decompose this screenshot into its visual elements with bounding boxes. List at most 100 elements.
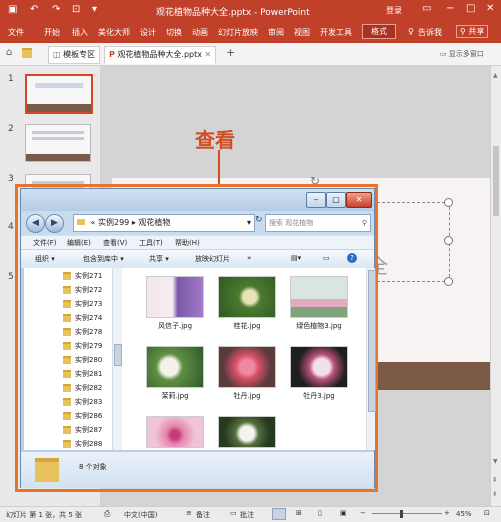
scroll-down-icon[interactable]: ▼ xyxy=(493,458,498,465)
nav-folder-item[interactable]: 实例280 xyxy=(63,355,102,365)
view-options-icon[interactable]: ▤▾ xyxy=(291,254,301,262)
share-button[interactable]: ⚲ 共享 xyxy=(456,25,489,38)
vertical-scrollbar[interactable]: ▲ ▼ ⇞ ⇟ xyxy=(490,66,501,506)
nav-folder-item[interactable]: 实例274 xyxy=(63,313,102,323)
tab-file[interactable]: 文件 xyxy=(8,27,24,38)
zoom-in-icon[interactable]: + xyxy=(444,509,450,517)
more-commands-button[interactable]: » xyxy=(247,254,251,262)
file-item[interactable]: 绿色植物3.jpg xyxy=(286,276,352,331)
menu-tools[interactable]: 工具(T) xyxy=(139,238,163,248)
tab-beautify[interactable]: 美化大师 xyxy=(98,27,130,38)
multi-window-button[interactable]: ▭ 显示多窗口 xyxy=(440,49,484,59)
home-icon[interactable]: ⌂ xyxy=(6,47,12,58)
file-item[interactable]: 桂花.jpg xyxy=(214,276,280,331)
undo-icon[interactable]: ↶ xyxy=(30,4,38,15)
nav-folder-item[interactable]: 实例271 xyxy=(63,271,102,281)
spell-check-icon[interactable]: ⎙ xyxy=(104,509,110,519)
file-scroll-thumb[interactable] xyxy=(368,270,376,412)
include-in-library-button[interactable]: 包含到库中 ▾ xyxy=(83,254,124,264)
file-item[interactable]: 茉莉.jpg xyxy=(142,346,208,401)
refresh-icon[interactable]: ↻ xyxy=(255,215,263,225)
nav-folder-item[interactable]: 实例288 xyxy=(63,439,102,449)
nav-folder-item[interactable]: 实例273 xyxy=(63,299,102,309)
file-item[interactable] xyxy=(214,416,280,448)
file-item[interactable] xyxy=(142,416,208,448)
login-button[interactable]: 登录 xyxy=(386,5,402,16)
scroll-thumb[interactable] xyxy=(493,146,499,216)
explorer-caption-bar[interactable]: ‒ □ ✕ xyxy=(21,189,374,211)
explorer-maximize-button[interactable]: □ xyxy=(326,192,346,208)
nav-pane-scrollbar[interactable] xyxy=(112,268,122,450)
save-icon[interactable]: ▣ xyxy=(8,4,17,15)
resize-handle[interactable] xyxy=(444,198,453,207)
customize-quick-access-icon[interactable]: ▾ xyxy=(92,4,97,15)
notes-icon[interactable]: ≡ xyxy=(186,509,192,517)
nav-folder-item[interactable]: 实例282 xyxy=(63,383,102,393)
zoom-out-icon[interactable]: − xyxy=(360,509,366,517)
zoom-level[interactable]: 45% xyxy=(456,510,472,518)
tab-slideshow[interactable]: 幻灯片放映 xyxy=(218,27,258,38)
chevron-down-icon[interactable]: ▾ xyxy=(247,215,251,231)
file-list-scrollbar[interactable] xyxy=(366,268,376,450)
scroll-up-icon[interactable]: ▲ xyxy=(493,72,498,79)
doc-tab-templates[interactable]: ◫ 模板专区 xyxy=(48,46,101,64)
explorer-close-button[interactable]: ✕ xyxy=(346,192,372,208)
address-bar[interactable]: « 实例299 ▸ 观花植物 ▾ xyxy=(73,214,255,232)
back-icon[interactable]: ◀ xyxy=(26,214,45,233)
resize-handle[interactable] xyxy=(444,277,453,286)
help-icon[interactable]: ? xyxy=(347,253,357,263)
share-with-button[interactable]: 共享 ▾ xyxy=(149,254,169,264)
breadcrumb-item[interactable]: 实例299 xyxy=(98,218,129,227)
menu-file[interactable]: 文件(F) xyxy=(33,238,57,248)
slideshow-button[interactable]: 放映幻灯片 xyxy=(195,254,230,264)
organize-button[interactable]: 组织 ▾ xyxy=(35,254,55,264)
tab-review[interactable]: 审阅 xyxy=(268,27,284,38)
file-item[interactable]: 牡丹.jpg xyxy=(214,346,280,401)
file-item[interactable]: 牡丹3.jpg xyxy=(286,346,352,401)
minimize-icon[interactable]: − xyxy=(446,3,454,14)
slide-thumbnail-2[interactable] xyxy=(25,124,91,162)
file-item[interactable]: 风信子.jpg xyxy=(142,276,208,331)
nav-folder-item[interactable]: 实例283 xyxy=(63,397,102,407)
close-tab-icon[interactable]: ✕ xyxy=(205,50,212,59)
folder-icon[interactable] xyxy=(22,48,32,58)
doc-tab-current[interactable]: P 观花植物品种大全.pptx ✕ xyxy=(104,46,217,64)
nav-folder-item[interactable]: 实例281 xyxy=(63,369,102,379)
menu-view[interactable]: 查看(V) xyxy=(103,238,127,248)
breadcrumb-item[interactable]: 观花植物 xyxy=(138,218,170,227)
tab-view[interactable]: 视图 xyxy=(294,27,310,38)
tab-animations[interactable]: 动画 xyxy=(192,27,208,38)
fit-slide-icon[interactable]: ⊡ xyxy=(484,509,490,517)
reading-view-icon[interactable]: ▯ xyxy=(318,509,322,517)
next-slide-icon[interactable]: ⇟ xyxy=(492,490,498,498)
menu-edit[interactable]: 编辑(E) xyxy=(67,238,91,248)
nav-folder-item[interactable]: 实例279 xyxy=(63,341,102,351)
comments-button[interactable]: 批注 xyxy=(240,510,254,520)
tab-insert[interactable]: 插入 xyxy=(72,27,88,38)
slide-thumbnail-1[interactable] xyxy=(25,74,93,114)
nav-scroll-thumb[interactable] xyxy=(114,344,122,366)
new-tab-icon[interactable]: + xyxy=(226,46,235,59)
explorer-minimize-button[interactable]: ‒ xyxy=(306,192,326,208)
zoom-slider[interactable] xyxy=(372,513,442,514)
resize-handle[interactable] xyxy=(444,236,453,245)
redo-icon[interactable]: ↷ xyxy=(52,4,60,15)
notes-button[interactable]: 备注 xyxy=(196,510,210,520)
prev-slide-icon[interactable]: ⇞ xyxy=(492,476,498,484)
search-input[interactable]: 搜索 观花植物 ⚲ xyxy=(265,214,371,232)
tab-home[interactable]: 开始 xyxy=(44,27,60,38)
maximize-icon[interactable]: □ xyxy=(466,3,475,14)
tab-transitions[interactable]: 切换 xyxy=(166,27,182,38)
search-icon[interactable]: ⚲ xyxy=(362,215,367,231)
ribbon-display-icon[interactable]: ▭ xyxy=(422,3,431,14)
normal-view-icon[interactable] xyxy=(272,508,286,520)
zoom-slider-thumb[interactable] xyxy=(400,510,403,518)
tell-me-icon[interactable]: ♀ xyxy=(408,27,414,36)
present-icon[interactable]: ⊡ xyxy=(72,4,80,15)
nav-folder-item[interactable]: 实例286 xyxy=(63,411,102,421)
nav-folder-item[interactable]: 实例287 xyxy=(63,425,102,435)
language-status[interactable]: 中文(中国) xyxy=(124,510,157,520)
tab-developer[interactable]: 开发工具 xyxy=(320,27,352,38)
slide-sorter-icon[interactable]: ⊞ xyxy=(296,509,302,517)
tab-format[interactable]: 格式 xyxy=(362,24,396,39)
